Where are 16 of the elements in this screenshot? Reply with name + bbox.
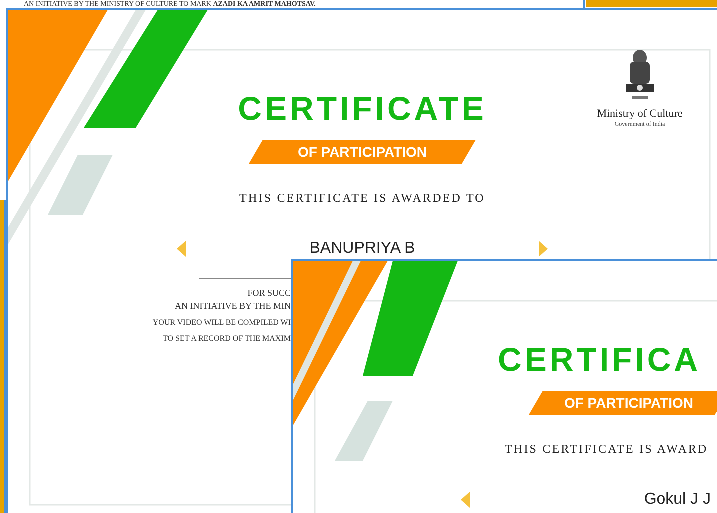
certificate-title: CERTIFICA bbox=[498, 343, 701, 377]
recipient-name: BANUPRIYA B bbox=[310, 240, 416, 258]
certificate-text: TO SET A RECORD OF THE MAXIM bbox=[162, 333, 291, 345]
triangle-icon bbox=[539, 241, 548, 257]
recipient-name: Gokul J J bbox=[644, 491, 711, 509]
certificate-title: CERTIFICATE bbox=[238, 92, 487, 126]
certificate-text: YOUR VIDEO WILL BE COMPILED WI bbox=[152, 317, 291, 329]
ribbon-banner: OF PARTICIPATION bbox=[529, 391, 717, 415]
triangle-icon bbox=[461, 492, 470, 508]
certificate-text: AN INITIATIVE BY THE MIN bbox=[175, 300, 291, 313]
ribbon-banner: OF PARTICIPATION bbox=[249, 140, 476, 164]
awarded-to-text: THIS CERTIFICATE IS AWARDED TO bbox=[240, 191, 486, 206]
triangle-icon bbox=[176, 241, 186, 257]
issuer-name: Ministry of Culture bbox=[597, 108, 683, 120]
awarded-to-text: THIS CERTIFICATE IS AWARD bbox=[505, 442, 708, 457]
certificate-text: FOR SUCC bbox=[248, 287, 291, 300]
